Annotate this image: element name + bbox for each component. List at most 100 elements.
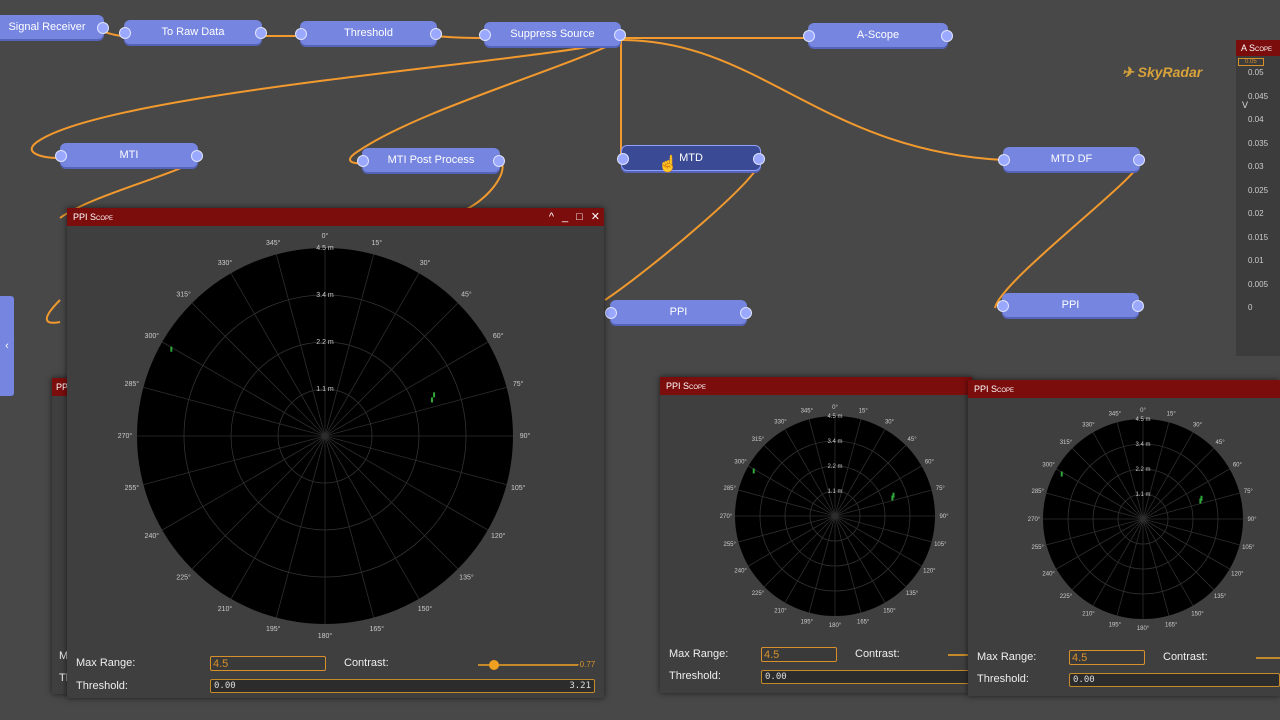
azimuth-label: 225° [752, 591, 765, 597]
contrast-knob[interactable] [489, 660, 499, 670]
max-range-input[interactable]: 4.5 [210, 656, 326, 671]
port-out[interactable] [740, 307, 752, 319]
port-out[interactable] [493, 155, 505, 167]
ppi-scope-titlebar[interactable]: PPI Scope [660, 377, 972, 395]
azimuth-label: 150° [883, 608, 896, 614]
port-in[interactable] [605, 307, 617, 319]
node-mtd-df[interactable]: MTD DF [998, 147, 1145, 171]
node-mti[interactable]: MTI [55, 143, 203, 167]
port-in[interactable] [617, 153, 629, 165]
threshold-range[interactable]: 0.00 [761, 670, 972, 684]
node-ppi-mtd-df[interactable]: PPI [997, 293, 1144, 317]
azimuth-label: 30° [1193, 423, 1203, 429]
port-out[interactable] [1133, 154, 1145, 166]
azimuth-label: 60° [493, 332, 504, 340]
azimuth-label: 255° [724, 542, 737, 548]
azimuth-label: 315° [752, 437, 765, 443]
azimuth-label: 270° [720, 514, 733, 520]
azimuth-label: 165° [1165, 622, 1178, 628]
azimuth-label: 285° [1032, 489, 1045, 495]
azimuth-label: 135° [459, 573, 474, 581]
range-label: 2.2 m [1135, 467, 1150, 473]
range-label: 2.2 m [316, 339, 334, 346]
range-label: 1.1 m [316, 386, 334, 393]
ppi-scope-window-main[interactable]: PPI Scope ^ _ □ ✕ 0° 15° 30° 45° 60° 75° 90° 10… [67, 208, 604, 698]
edge-left-ppi [45, 299, 61, 324]
a-scope-ytick: 0.025 [1248, 185, 1269, 195]
node-signal-receiver[interactable]: Signal Receiver [0, 15, 109, 39]
azimuth-label: 105° [1242, 545, 1255, 551]
node-a-scope[interactable]: A-Scope [803, 23, 953, 47]
azimuth-label: 0° [322, 232, 329, 240]
mouse-cursor-icon: ☝ [658, 156, 678, 173]
azimuth-label: 300° [734, 460, 747, 466]
port-out[interactable] [191, 150, 203, 162]
port-out[interactable] [255, 27, 267, 39]
ppi-scope-window-mtd[interactable]: PPI Scope 0° 15° 30° 45° 60° 75° 90° 105° 120° 13… [660, 377, 972, 693]
a-scope-ytick: 0.005 [1248, 279, 1269, 289]
port-in[interactable] [803, 30, 815, 42]
node-mti-post-process[interactable]: MTI Post Process [357, 148, 505, 172]
threshold-range[interactable]: 0.00 [1069, 673, 1280, 687]
contrast-label: Contrast: [1163, 651, 1208, 663]
collapse-icon[interactable]: ^ [549, 208, 554, 226]
close-icon[interactable]: ✕ [591, 208, 600, 226]
port-in[interactable] [997, 300, 1009, 312]
azimuth-label: 225° [1060, 594, 1073, 600]
azimuth-label: 30° [420, 259, 431, 267]
azimuth-label: 300° [145, 332, 160, 340]
azimuth-label: 165° [857, 619, 870, 625]
a-scope-ytick: 0.01 [1248, 256, 1264, 265]
radar-dish-icon: ✈ [1122, 64, 1134, 80]
port-out[interactable] [941, 30, 953, 42]
side-panel-tab[interactable]: ‹ [0, 296, 14, 396]
ppi-scope-window-mtd-df[interactable]: PPI Scope 0° 15° 30° 45° 60° 75° 90° 105° 120° 13… [968, 380, 1280, 696]
azimuth-label: 60° [1233, 463, 1243, 469]
ppi-scope-titlebar[interactable]: PPI Scope [968, 380, 1280, 398]
azimuth-label: 345° [1109, 412, 1122, 418]
maximize-icon[interactable]: □ [576, 208, 583, 226]
port-out[interactable] [97, 22, 109, 34]
node-to-raw-data[interactable]: To Raw Data [119, 20, 267, 44]
port-out[interactable] [1132, 300, 1144, 312]
azimuth-label: 15° [859, 409, 869, 415]
contrast-slider[interactable] [478, 660, 578, 670]
node-suppress-source[interactable]: Suppress Source [479, 22, 626, 46]
port-in[interactable] [998, 154, 1010, 166]
minimize-icon[interactable]: _ [562, 208, 568, 226]
port-in[interactable] [295, 28, 307, 40]
azimuth-label: 210° [1082, 611, 1095, 617]
azimuth-label: 345° [266, 239, 281, 247]
node-ppi-mtd[interactable]: PPI [605, 300, 752, 324]
target-blip [170, 346, 173, 352]
azimuth-label: 90° [1247, 517, 1257, 523]
azimuth-label: 75° [936, 486, 946, 492]
port-out[interactable] [430, 28, 442, 40]
a-scope-panel[interactable]: A Scope 0.05 V 0.05 0.045 0.04 0.035 0.03 0.0… [1236, 40, 1280, 356]
contrast-slider[interactable] [1256, 657, 1280, 659]
azimuth-label: 165° [370, 625, 385, 633]
target-blip [1060, 471, 1063, 477]
azimuth-label: 285° [724, 486, 737, 492]
azimuth-label: 150° [418, 605, 433, 613]
node-threshold[interactable]: Threshold [295, 21, 442, 45]
max-range-label: Max Range: [669, 648, 729, 660]
ppi-scope-titlebar[interactable]: PPI Scope ^ _ □ ✕ [67, 208, 604, 226]
max-range-label: Max Range: [76, 657, 136, 669]
a-scope-ylabel: V [1242, 100, 1249, 110]
port-in[interactable] [119, 27, 131, 39]
max-range-input[interactable]: 4.5 [1069, 650, 1145, 665]
edge-mtd-ppi [604, 159, 761, 301]
port-in[interactable] [357, 155, 369, 167]
a-scope-ytick: 0.04 [1248, 115, 1264, 124]
port-out[interactable] [614, 29, 626, 41]
port-in[interactable] [479, 29, 491, 41]
edge-suppress-mtipost [348, 39, 622, 165]
port-in[interactable] [55, 150, 67, 162]
a-scope-ytick: 0.02 [1248, 209, 1264, 218]
port-out[interactable] [753, 153, 765, 165]
max-range-input[interactable]: 4.5 [761, 647, 837, 662]
node-mtd[interactable]: MTD [617, 145, 765, 171]
edge-suppress-mtddf [620, 39, 1004, 161]
threshold-range[interactable]: 0.00 3.21 [210, 679, 595, 693]
